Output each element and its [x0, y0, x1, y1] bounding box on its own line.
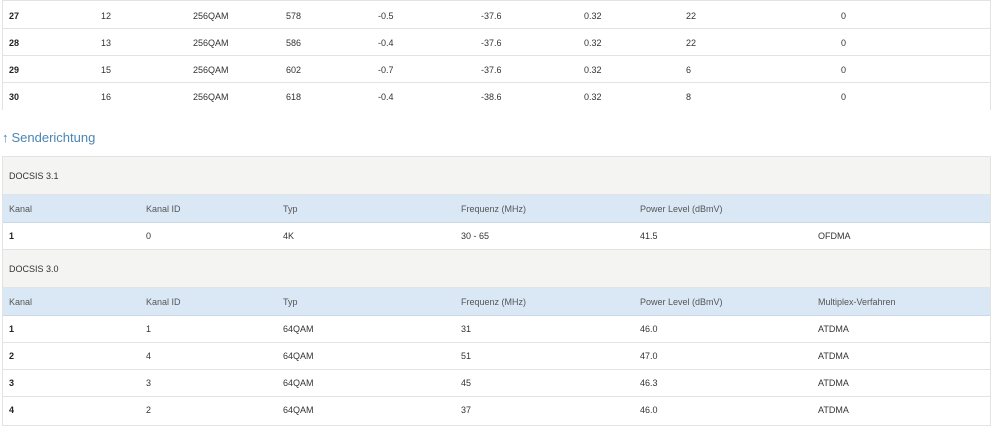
cell-modulation: 256QAM — [193, 11, 229, 21]
cell-uncorrectable-errors: 0 — [841, 38, 847, 48]
cell-frequency: 37 — [461, 405, 472, 415]
section-title-text: Senderichtung — [11, 130, 96, 145]
cell-multiplex: OFDMA — [818, 231, 851, 241]
cell-latency: 0.32 — [584, 38, 602, 48]
cell-frequency: 45 — [461, 378, 472, 388]
header-type: Typ — [283, 204, 298, 214]
cell-type: 64QAM — [283, 351, 314, 361]
cell-multiplex: ATDMA — [818, 351, 849, 361]
cell-channel: 30 — [9, 92, 20, 102]
cell-power-level: 41.5 — [640, 231, 658, 241]
cell-corrected-errors: 6 — [686, 65, 692, 75]
cell-power-level: 46.3 — [640, 378, 658, 388]
cell-latency: 0.32 — [584, 65, 602, 75]
cell-latency: 0.32 — [584, 11, 602, 21]
cell-frequency: 51 — [461, 351, 472, 361]
docsis31-group-header: DOCSIS 3.1 — [3, 157, 990, 195]
cell-power-level: -0.4 — [378, 92, 394, 102]
docsis30-label: DOCSIS 3.0 — [9, 264, 59, 274]
table-row: 28 13 256QAM 586 -0.4 -37.6 0.32 22 0 — [3, 30, 990, 56]
arrow-up-icon: ↑ — [2, 130, 9, 145]
header-channel: Kanal — [9, 204, 33, 214]
cell-type: 64QAM — [283, 405, 314, 415]
docsis31-column-headers: Kanal Kanal ID Typ Frequenz (MHz) Power … — [3, 195, 990, 223]
downstream-table: 27 12 256QAM 578 -0.5 -37.6 0.32 22 0 28… — [2, 0, 991, 110]
cell-channel: 3 — [9, 378, 15, 388]
cell-power-level: 47.0 — [640, 351, 658, 361]
cell-channel-id: 3 — [146, 378, 152, 388]
cell-modulation: 256QAM — [193, 65, 229, 75]
cell-type: 4K — [283, 231, 295, 241]
header-power-level: Power Level (dBmV) — [640, 297, 723, 307]
cable-modem-status-page: 27 12 256QAM 578 -0.5 -37.6 0.32 22 0 28… — [0, 0, 998, 432]
cell-multiplex: ATDMA — [818, 378, 849, 388]
upstream-section-title[interactable]: ↑ Senderichtung — [2, 128, 95, 148]
cell-frequency: 602 — [286, 65, 302, 75]
cell-power-level: -0.4 — [378, 38, 394, 48]
cell-power-level: 46.0 — [640, 324, 658, 334]
cell-channel-id: 0 — [146, 231, 152, 241]
cell-multiplex: ATDMA — [818, 324, 849, 334]
cell-channel-id: 4 — [146, 351, 152, 361]
cell-frequency: 618 — [286, 92, 302, 102]
cell-channel-id: 1 — [146, 324, 152, 334]
cell-corrected-errors: 22 — [686, 38, 697, 48]
cell-power-level: -0.5 — [378, 11, 394, 21]
table-row: 2 4 64QAM 51 47.0 ATDMA — [3, 343, 990, 370]
header-type: Typ — [283, 297, 298, 307]
cell-type: 64QAM — [283, 324, 314, 334]
header-channel-id: Kanal ID — [146, 297, 181, 307]
cell-channel-id: 16 — [101, 92, 112, 102]
cell-mse: -38.6 — [481, 92, 502, 102]
header-multiplex: Multiplex-Verfahren — [818, 297, 896, 307]
cell-uncorrectable-errors: 0 — [841, 92, 847, 102]
cell-type: 64QAM — [283, 378, 314, 388]
cell-uncorrectable-errors: 0 — [841, 65, 847, 75]
cell-modulation: 256QAM — [193, 38, 229, 48]
cell-frequency: 30 - 65 — [461, 231, 490, 241]
header-power-level: Power Level (dBmV) — [640, 204, 723, 214]
cell-channel: 28 — [9, 38, 20, 48]
cell-frequency: 578 — [286, 11, 302, 21]
cell-uncorrectable-errors: 0 — [841, 11, 847, 21]
cell-latency: 0.32 — [584, 92, 602, 102]
docsis30-group-header: DOCSIS 3.0 — [3, 250, 990, 288]
cell-channel: 1 — [9, 324, 15, 334]
cell-channel: 1 — [9, 231, 15, 241]
cell-mse: -37.6 — [481, 38, 502, 48]
docsis31-label: DOCSIS 3.1 — [9, 171, 59, 181]
cell-power-level: 46.0 — [640, 405, 658, 415]
header-channel: Kanal — [9, 297, 33, 307]
table-row: 1 0 4K 30 - 65 41.5 OFDMA — [3, 223, 990, 250]
table-row: 27 12 256QAM 578 -0.5 -37.6 0.32 22 0 — [3, 3, 990, 29]
docsis30-column-headers: Kanal Kanal ID Typ Frequenz (MHz) Power … — [3, 288, 990, 316]
cell-channel-id: 2 — [146, 405, 152, 415]
cell-channel-id: 13 — [101, 38, 112, 48]
table-row: 29 15 256QAM 602 -0.7 -37.6 0.32 6 0 — [3, 57, 990, 83]
cell-channel: 2 — [9, 351, 15, 361]
table-row: 1 1 64QAM 31 46.0 ATDMA — [3, 316, 990, 343]
cell-frequency: 31 — [461, 324, 472, 334]
header-frequency: Frequenz (MHz) — [461, 297, 527, 307]
cell-modulation: 256QAM — [193, 92, 229, 102]
cell-mse: -37.6 — [481, 65, 502, 75]
cell-power-level: -0.7 — [378, 65, 394, 75]
cell-multiplex: ATDMA — [818, 405, 849, 415]
cell-corrected-errors: 8 — [686, 92, 692, 102]
cell-frequency: 586 — [286, 38, 302, 48]
cell-channel-id: 15 — [101, 65, 112, 75]
cell-channel-id: 12 — [101, 11, 112, 21]
table-row: 3 3 64QAM 45 46.3 ATDMA — [3, 370, 990, 397]
header-channel-id: Kanal ID — [146, 204, 181, 214]
table-row: 4 2 64QAM 37 46.0 ATDMA — [3, 397, 990, 424]
cell-corrected-errors: 22 — [686, 11, 697, 21]
header-frequency: Frequenz (MHz) — [461, 204, 527, 214]
cell-channel: 4 — [9, 405, 15, 415]
cell-mse: -37.6 — [481, 11, 502, 21]
table-row: 30 16 256QAM 618 -0.4 -38.6 0.32 8 0 — [3, 84, 990, 110]
cell-channel: 27 — [9, 11, 20, 21]
upstream-table: DOCSIS 3.1 Kanal Kanal ID Typ Frequenz (… — [2, 156, 991, 426]
cell-channel: 29 — [9, 65, 20, 75]
